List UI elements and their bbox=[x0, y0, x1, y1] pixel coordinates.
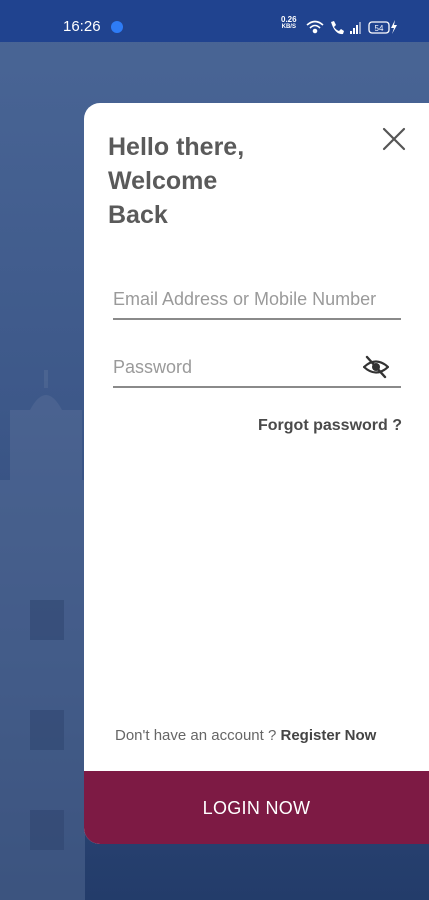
register-prompt: Don't have an account ? Register Now bbox=[115, 727, 376, 744]
forgot-password-link[interactable]: Forgot password ? bbox=[258, 417, 402, 435]
register-now-link[interactable]: Register Now bbox=[280, 727, 376, 744]
email-field bbox=[113, 282, 401, 320]
status-bar: 16:26 0.26 KB/S 54 bbox=[0, 0, 429, 42]
call-icon bbox=[331, 21, 344, 35]
greeting-line: Welcome bbox=[108, 167, 218, 195]
password-input[interactable] bbox=[113, 350, 363, 384]
email-input[interactable] bbox=[113, 282, 401, 316]
greeting-line: Hello there, bbox=[108, 133, 245, 161]
network-speed-unit: KB/S bbox=[281, 24, 296, 30]
close-icon[interactable] bbox=[381, 126, 407, 152]
wifi-icon bbox=[306, 20, 324, 34]
network-speed-value: 0.26 bbox=[281, 15, 297, 24]
notification-icon bbox=[111, 21, 123, 33]
status-time: 16:26 bbox=[63, 18, 101, 35]
battery-icon: 54 bbox=[368, 20, 397, 34]
battery-level: 54 bbox=[375, 24, 384, 33]
status-icons: 54 bbox=[306, 20, 397, 35]
greeting-line: Back bbox=[108, 201, 168, 229]
password-field bbox=[113, 350, 401, 388]
login-now-button[interactable]: LOGIN NOW bbox=[84, 771, 429, 844]
login-card: Hello there, Welcome Back Forgot passwor… bbox=[84, 103, 429, 844]
no-account-text: Don't have an account ? bbox=[115, 727, 277, 744]
greeting-title: Hello there, Welcome Back bbox=[108, 130, 328, 232]
eye-off-icon[interactable] bbox=[363, 355, 389, 379]
network-speed: 0.26 KB/S bbox=[281, 16, 297, 31]
signal-icon bbox=[350, 22, 361, 34]
